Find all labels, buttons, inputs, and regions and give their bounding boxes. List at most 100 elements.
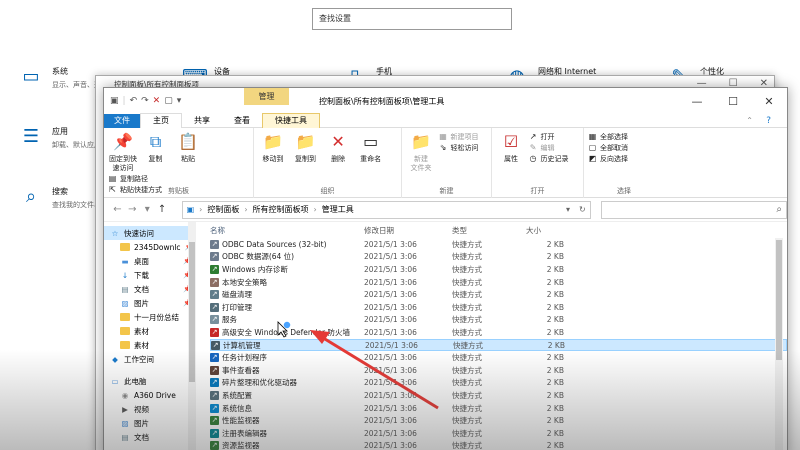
- quick-access-toolbar[interactable]: ▣ | ↶ ↷ ✕ ▢ ▾: [104, 96, 244, 106]
- minimize-button[interactable]: —: [679, 95, 715, 108]
- file-row[interactable]: ↗ 性能监视器 2021/5/1 3:06 快捷方式 2 KB: [210, 414, 787, 427]
- nav-item[interactable]: ▨ 图片: [104, 416, 196, 430]
- file-row[interactable]: ↗ 事件查看器 2021/5/1 3:06 快捷方式 2 KB: [210, 364, 787, 377]
- column-size[interactable]: 大小: [526, 225, 564, 236]
- file-row[interactable]: ↗ ODBC 数据源(64 位) 2021/5/1 3:06 快捷方式 2 KB: [210, 251, 787, 264]
- nav-item-label: 视频: [134, 404, 149, 414]
- file-row[interactable]: ↗ 注册表编辑器 2021/5/1 3:06 快捷方式 2 KB: [210, 427, 787, 440]
- refresh-icon[interactable]: ↻: [579, 205, 586, 214]
- list-scrollbar[interactable]: [775, 238, 783, 450]
- column-type[interactable]: 类型: [452, 225, 526, 236]
- edit-button[interactable]: ✎ 编辑: [529, 142, 569, 153]
- nav-item[interactable]: ▭ 此电脑: [104, 374, 196, 388]
- nav-item[interactable]: ▬桌面📌: [104, 254, 196, 268]
- nav-scrollbar[interactable]: [188, 222, 196, 450]
- file-row[interactable]: ↗ 打印管理 2021/5/1 3:06 快捷方式 2 KB: [210, 301, 787, 314]
- breadcrumb-admin-tools[interactable]: 管理工具: [322, 204, 354, 215]
- move-to-button[interactable]: 📁 移动到: [258, 131, 288, 164]
- file-size-cell: 2 KB: [546, 277, 564, 287]
- navigation-pane[interactable]: ☆快速访问2345Downlc📌▬桌面📌↓下载📌▤文档📌▨图片📌十一月份总结素材…: [104, 222, 196, 450]
- column-name[interactable]: 名称: [210, 225, 364, 236]
- file-type-cell: 快捷方式: [452, 290, 482, 300]
- file-row[interactable]: ↗ 高级安全 Windows Defender 防火墙 2021/5/1 3:06 快…: [210, 326, 787, 339]
- nav-item[interactable]: ↓下载📌: [104, 268, 196, 282]
- nav-item[interactable]: ☆ 快速访问: [104, 226, 196, 240]
- nav-item-label: 素材: [134, 340, 149, 350]
- copy-to-button[interactable]: 📁 复制到: [291, 131, 321, 164]
- close-button[interactable]: ✕: [751, 95, 787, 108]
- pin-quick-access-button[interactable]: 📌 固定到快 速访问: [108, 131, 138, 173]
- shortcut-file-icon: ↗: [210, 378, 219, 388]
- nav-item[interactable]: 素材: [104, 338, 196, 352]
- rename-icon: ▭: [363, 132, 379, 151]
- file-row[interactable]: ↗ 本地安全策略 2021/5/1 3:06 快捷方式 2 KB: [210, 276, 787, 289]
- breadcrumb-all-items[interactable]: 所有控制面板项: [253, 204, 309, 215]
- back-arrow-icon[interactable]: ←: [112, 204, 123, 215]
- nav-item[interactable]: 素材: [104, 324, 196, 338]
- file-size-cell: 2 KB: [546, 378, 564, 388]
- file-type-cell: 快捷方式: [452, 277, 482, 287]
- maximize-button[interactable]: ☐: [715, 95, 751, 108]
- new-folder-button[interactable]: 📁 新建 文件夹: [406, 131, 436, 173]
- tab-file[interactable]: 文件: [104, 113, 140, 128]
- invert-selection-button[interactable]: ◩ 反向选择: [588, 153, 660, 164]
- history-button[interactable]: ◷ 历史记录: [529, 153, 569, 164]
- context-tab-manage[interactable]: 管理: [244, 88, 289, 105]
- address-bar[interactable]: ▣ › 控制面板 › 所有控制面板项 › 管理工具 ▾ ↻: [181, 200, 591, 219]
- file-row[interactable]: ↗ 磁盘清理 2021/5/1 3:06 快捷方式 2 KB: [210, 288, 787, 301]
- nav-item[interactable]: ▨图片📌: [104, 296, 196, 310]
- explorer-window[interactable]: ▣ | ↶ ↷ ✕ ▢ ▾ 管理 控制面板\所有控制面板项\管理工具 — ☐ ✕ …: [103, 87, 788, 450]
- address-dropdown-icon[interactable]: ▾: [566, 205, 570, 214]
- delete-x-icon[interactable]: ✕: [153, 96, 161, 106]
- tab-view[interactable]: 查看: [222, 114, 262, 128]
- tab-home[interactable]: 主页: [140, 113, 182, 128]
- ws-icon: ◆: [112, 354, 118, 364]
- properties-button[interactable]: ☑ 属性: [496, 131, 526, 164]
- tab-shortcut-tools[interactable]: 快捷工具: [262, 113, 320, 128]
- undo-icon[interactable]: ↶: [130, 96, 138, 106]
- delete-button[interactable]: ✕ 删除: [323, 131, 353, 164]
- paste-button[interactable]: 📋 粘贴: [173, 131, 203, 164]
- folder-search-input[interactable]: ⌕: [600, 200, 787, 219]
- file-row[interactable]: ↗ 服务 2021/5/1 3:06 快捷方式 2 KB: [210, 314, 787, 327]
- nav-item[interactable]: ▤文档📌: [104, 282, 196, 296]
- settings-search-input[interactable]: 查找设置: [312, 8, 512, 30]
- file-row[interactable]: ↗ Windows 内存诊断 2021/5/1 3:06 快捷方式 2 KB: [210, 263, 787, 276]
- new-folder-icon: 📁: [411, 132, 431, 151]
- file-row[interactable]: ↗ 计算机管理 2021/5/1 3:06 快捷方式 2 KB: [210, 338, 787, 352]
- file-row[interactable]: ↗ 系统配置 2021/5/1 3:06 快捷方式 2 KB: [210, 389, 787, 402]
- open-button[interactable]: ↗ 打开: [529, 131, 569, 142]
- file-name: 性能监视器: [222, 416, 260, 426]
- select-none-button[interactable]: ▢ 全部取消: [588, 142, 660, 153]
- chevron-down-icon[interactable]: ▾: [177, 96, 182, 106]
- forward-arrow-icon[interactable]: →: [127, 204, 138, 215]
- pc-icon: ▭: [111, 376, 119, 386]
- tab-share[interactable]: 共享: [182, 114, 222, 128]
- column-date[interactable]: 修改日期: [364, 225, 452, 236]
- nav-item[interactable]: 十一月份总结: [104, 310, 196, 324]
- nav-item[interactable]: ◉ A360 Drive: [104, 388, 196, 402]
- doc-icon[interactable]: ▢: [164, 96, 173, 106]
- help-icon[interactable]: ?: [754, 114, 783, 128]
- breadcrumb-control-panel[interactable]: 控制面板: [207, 204, 239, 215]
- copy-path-button[interactable]: ▤ 复制路径: [108, 173, 162, 184]
- file-row[interactable]: ↗ 任务计划程序 2021/5/1 3:06 快捷方式 2 KB: [210, 351, 787, 364]
- file-row[interactable]: ↗ 资源监视器 2021/5/1 3:06 快捷方式 2 KB: [210, 440, 787, 450]
- file-row[interactable]: ↗ 系统信息 2021/5/1 3:06 快捷方式 2 KB: [210, 402, 787, 415]
- nav-item[interactable]: 2345Downlc📌: [104, 240, 196, 254]
- file-size-cell: 2 KB: [546, 365, 564, 375]
- rename-button[interactable]: ▭ 重命名: [356, 131, 386, 164]
- file-row[interactable]: ↗ ODBC Data Sources (32-bit) 2021/5/1 3:06…: [210, 238, 787, 251]
- up-arrow-icon[interactable]: ↑: [157, 204, 168, 215]
- nav-item[interactable]: ◆ 工作空间: [104, 352, 196, 366]
- nav-item[interactable]: ▤ 文档: [104, 430, 196, 444]
- new-item-button[interactable]: ▦ 新建项目: [439, 131, 478, 142]
- select-all-button[interactable]: ▦ 全部选择: [588, 131, 660, 142]
- nav-item[interactable]: ▶ 视频: [104, 402, 196, 416]
- file-row[interactable]: ↗ 碎片整理和优化驱动器 2021/5/1 3:06 快捷方式 2 KB: [210, 377, 787, 390]
- redo-icon[interactable]: ↷: [141, 96, 149, 106]
- nav-item-label: 桌面: [134, 256, 149, 266]
- recent-chevron-icon[interactable]: ▾: [142, 204, 153, 215]
- easy-access-button[interactable]: ⇘ 轻松访问: [439, 142, 479, 153]
- copy-button[interactable]: ⧉ 复制: [141, 131, 171, 164]
